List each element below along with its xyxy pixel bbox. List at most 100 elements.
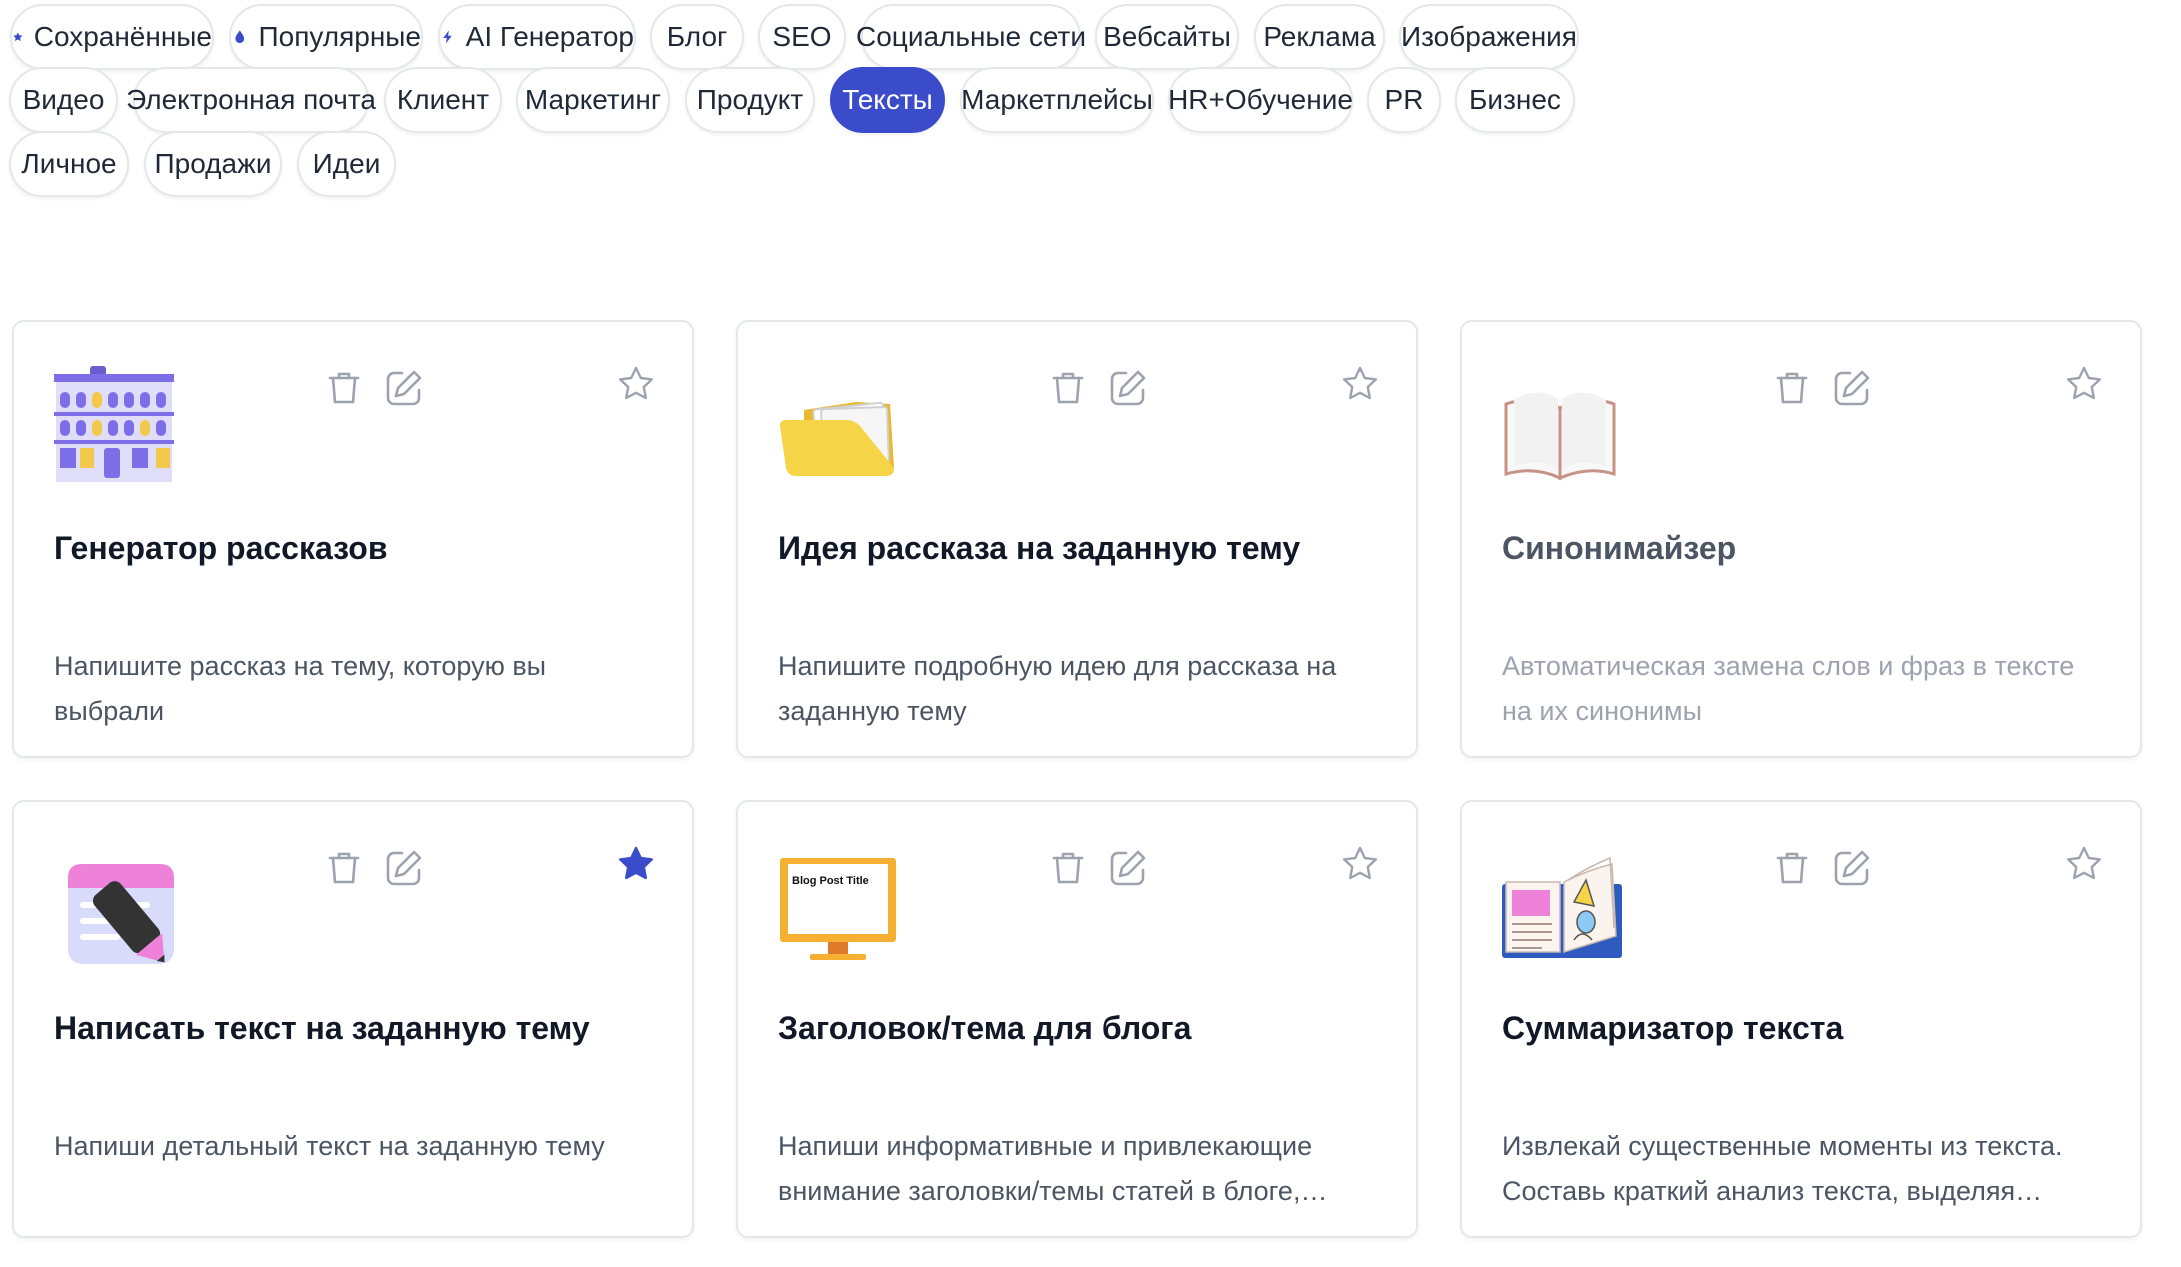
star-outline-icon xyxy=(1343,366,1377,400)
chip-label: Сохранённые xyxy=(33,21,212,52)
favorite-button[interactable] xyxy=(616,364,656,404)
pencil-square-icon xyxy=(1110,370,1146,406)
notepad-pen-icon xyxy=(52,844,176,968)
chip-label: Блог xyxy=(666,21,728,52)
chip-label: Тексты xyxy=(842,84,933,115)
delete-button[interactable] xyxy=(1048,368,1088,408)
star-filled-icon xyxy=(619,846,653,880)
chip-email[interactable]: Электронная почта xyxy=(126,67,376,133)
template-card[interactable]: Идея рассказа на заданную тему Напишите … xyxy=(736,320,1418,758)
edit-button[interactable] xyxy=(384,368,424,408)
favorite-button[interactable] xyxy=(616,844,656,884)
chip-ai-generator[interactable]: AI Генератор xyxy=(438,4,636,70)
chip-label: PR xyxy=(1384,84,1424,115)
chip-label: Электронная почта xyxy=(126,84,376,115)
chip-label: Бизнес xyxy=(1469,84,1561,115)
favorite-button[interactable] xyxy=(2064,364,2104,404)
card-title: Синонимайзер xyxy=(1502,530,1737,566)
card-title: Написать текст на заданную тему xyxy=(54,1010,590,1046)
edit-button[interactable] xyxy=(384,848,424,888)
chip-label: Клиент xyxy=(396,84,490,115)
star-outline-icon xyxy=(1343,846,1377,880)
pencil-square-icon xyxy=(386,850,422,886)
chip-label: HR+Обучение xyxy=(1168,84,1353,115)
chip-label: Изображения xyxy=(1401,21,1577,52)
chip-texts[interactable]: Тексты xyxy=(830,67,945,133)
chip-sales[interactable]: Продажи xyxy=(144,131,282,197)
edit-button[interactable] xyxy=(1108,368,1148,408)
chip-label: Социальные сети xyxy=(856,21,1087,52)
pencil-square-icon xyxy=(1834,850,1870,886)
chip-label: Вебсайты xyxy=(1103,21,1231,52)
card-description: Напиши детальный текст на заданную тему xyxy=(54,1131,605,1161)
template-card[interactable]: Написать текст на заданную тему Напиши д… xyxy=(12,800,694,1238)
trash-icon xyxy=(328,372,360,404)
card-description: Напишите подробную идею для рассказа на … xyxy=(778,651,1337,726)
template-card[interactable]: Суммаризатор текста Извлекай существенны… xyxy=(1460,800,2142,1238)
chip-personal[interactable]: Личное xyxy=(9,131,129,197)
card-title: Генератор рассказов xyxy=(54,530,388,566)
chip-label: Маркетплейсы xyxy=(961,84,1153,115)
delete-button[interactable] xyxy=(324,368,364,408)
folder-icon xyxy=(776,364,900,488)
favorite-button[interactable] xyxy=(2064,844,2104,884)
pencil-square-icon xyxy=(1834,370,1870,406)
open-book-icon xyxy=(1500,364,1624,488)
favorite-button[interactable] xyxy=(1340,364,1380,404)
chip-label: Идеи xyxy=(312,148,381,179)
star-outline-icon xyxy=(619,366,653,400)
monitor-icon: Blog Post Title xyxy=(776,844,900,968)
trash-icon xyxy=(328,852,360,884)
chip-client[interactable]: Клиент xyxy=(384,67,502,133)
chip-blog[interactable]: Блог xyxy=(650,4,744,70)
card-description: Автоматическая замена слов и фраз в текс… xyxy=(1502,651,2075,726)
trash-icon xyxy=(1776,852,1808,884)
chip-label: Личное xyxy=(21,148,117,179)
chip-saved[interactable]: Сохранённые xyxy=(10,4,214,70)
edit-button[interactable] xyxy=(1108,848,1148,888)
delete-button[interactable] xyxy=(1772,368,1812,408)
chip-video[interactable]: Видео xyxy=(9,67,118,133)
card-description: Напишите рассказ на тему, которую вы выб… xyxy=(54,651,547,726)
trash-icon xyxy=(1052,372,1084,404)
chip-product[interactable]: Продукт xyxy=(685,67,815,133)
card-title: Заголовок/тема для блога xyxy=(778,1010,1192,1046)
delete-button[interactable] xyxy=(324,848,364,888)
edit-button[interactable] xyxy=(1832,368,1872,408)
chip-pr[interactable]: PR xyxy=(1367,67,1441,133)
card-description: Извлекай существенные моменты из текста.… xyxy=(1502,1131,2063,1206)
favorite-button[interactable] xyxy=(1340,844,1380,884)
category-filter-bar: Сохранённые Популярные AI Генератор Блог… xyxy=(0,0,2181,270)
star-outline-icon xyxy=(2067,846,2101,880)
trash-icon xyxy=(1776,372,1808,404)
chip-label: Популярные xyxy=(258,21,421,52)
chip-hr[interactable]: HR+Обучение xyxy=(1168,67,1353,133)
chip-label: Продукт xyxy=(696,84,804,115)
chip-label: SEO xyxy=(772,21,832,52)
edit-button[interactable] xyxy=(1832,848,1872,888)
chip-images[interactable]: Изображения xyxy=(1399,4,1579,70)
chip-ideas[interactable]: Идеи xyxy=(297,131,396,197)
chip-label: Продажи xyxy=(154,148,272,179)
template-card[interactable]: Генератор рассказов Напишите рассказ на … xyxy=(12,320,694,758)
chip-marketplaces[interactable]: Маркетплейсы xyxy=(960,67,1154,133)
building-icon xyxy=(52,364,176,488)
delete-button[interactable] xyxy=(1772,848,1812,888)
template-card[interactable]: Blog Post Title Заголовок/тема для блога… xyxy=(736,800,1418,1238)
chip-label: AI Генератор xyxy=(465,21,634,52)
chip-ads[interactable]: Реклама xyxy=(1254,4,1385,70)
template-card[interactable]: Синонимайзер Автоматическая замена слов … xyxy=(1460,320,2142,758)
star-icon xyxy=(13,32,23,42)
chip-label: Видео xyxy=(22,84,105,115)
chip-label: Реклама xyxy=(1263,21,1376,52)
chip-business[interactable]: Бизнес xyxy=(1455,67,1575,133)
card-title: Идея рассказа на заданную тему xyxy=(778,530,1301,566)
chip-social[interactable]: Социальные сети xyxy=(856,4,1086,70)
chip-marketing[interactable]: Маркетинг xyxy=(516,67,670,133)
chip-popular[interactable]: Популярные xyxy=(229,4,423,70)
card-description: Напиши информативные и привлекающие вним… xyxy=(778,1131,1313,1206)
delete-button[interactable] xyxy=(1048,848,1088,888)
chip-websites[interactable]: Вебсайты xyxy=(1095,4,1239,70)
pencil-square-icon xyxy=(386,370,422,406)
chip-seo[interactable]: SEO xyxy=(758,4,846,70)
